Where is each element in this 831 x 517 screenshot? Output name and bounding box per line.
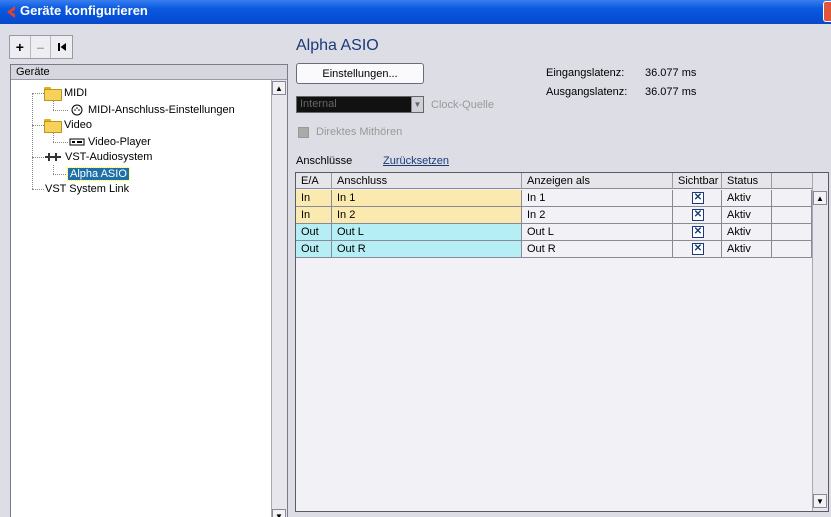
cell-dir: In — [296, 207, 332, 224]
tree-item-label: VST System Link — [45, 183, 130, 195]
tree-item-midi[interactable]: MIDI — [44, 86, 88, 101]
reset-link[interactable]: Zurücksetzen — [383, 155, 449, 167]
column-header-visible[interactable]: Sichtbar — [673, 173, 722, 189]
device-toolbar: + – — [9, 35, 73, 59]
tree-item-midi-port-settings[interactable]: MIDI-Anschluss-Einstellungen — [71, 103, 235, 117]
chevron-up-icon: ▲ — [275, 83, 283, 93]
table-row[interactable]: Out Out L Out L ✕ Aktiv — [296, 224, 812, 241]
input-latency-label: Eingangslatenz: — [546, 67, 625, 79]
table-scrollbar[interactable]: ▲ ▼ — [812, 173, 828, 511]
cell-show-as[interactable]: In 1 — [522, 190, 673, 207]
cell-show-as[interactable]: Out L — [522, 224, 673, 241]
cell-status: Aktiv — [722, 190, 772, 207]
cell-status: Aktiv — [722, 207, 772, 224]
tree-item-alpha-asio[interactable]: Alpha ASIO — [67, 167, 130, 181]
clock-source-value: Internal — [300, 98, 337, 110]
visible-checkbox[interactable]: ✕ — [692, 192, 704, 204]
visible-checkbox[interactable]: ✕ — [692, 209, 704, 221]
cell-visible: ✕ — [673, 190, 722, 207]
title-bar: Geräte konfigurieren — [0, 0, 831, 24]
tree-item-label: Video — [64, 119, 92, 131]
close-button[interactable] — [823, 1, 831, 22]
folder-icon — [44, 87, 62, 101]
settings-button[interactable]: Einstellungen... — [296, 63, 424, 84]
cell-extra — [772, 207, 812, 224]
cell-visible: ✕ — [673, 224, 722, 241]
ports-label: Anschlüsse — [296, 155, 353, 167]
window-title: Geräte konfigurieren — [20, 3, 148, 18]
cell-extra — [772, 241, 812, 258]
video-player-icon — [69, 138, 85, 146]
direct-monitoring-label: Direktes Mithören — [316, 126, 403, 138]
output-latency-value: 36.077 ms — [645, 86, 697, 98]
table-row[interactable]: In In 2 In 2 ✕ Aktiv — [296, 207, 812, 224]
cell-status: Aktiv — [722, 224, 772, 241]
column-header-dir[interactable]: E/A — [296, 173, 332, 189]
tree-item-label: MIDI-Anschluss-Einstellungen — [88, 104, 235, 116]
tree-item-vst-system-link[interactable]: VST System Link — [45, 182, 129, 196]
tree-item-label: VST-Audiosystem — [65, 151, 153, 163]
cell-extra — [772, 190, 812, 207]
add-device-button[interactable]: + — [10, 36, 31, 58]
remove-device-button[interactable]: – — [31, 36, 52, 58]
scroll-down-button[interactable]: ▼ — [813, 494, 827, 508]
device-tree: Geräte MIDI MIDI-Anschluss-Einstellungen… — [10, 64, 288, 517]
chevron-up-icon: ▲ — [816, 193, 824, 203]
tree-scrollbar[interactable]: ▲ ▼ — [271, 80, 287, 517]
table-row[interactable]: In In 1 In 1 ✕ Aktiv — [296, 190, 812, 207]
tree-item-vst-audiosystem[interactable]: VST-Audiosystem — [44, 150, 152, 164]
reset-device-button[interactable] — [51, 36, 72, 58]
cell-status: Aktiv — [722, 241, 772, 258]
clock-source-label: Clock-Quelle — [431, 99, 494, 111]
column-header-status[interactable]: Status — [722, 173, 772, 189]
tree-header: Geräte — [11, 65, 287, 80]
table-header: E/A Anschluss Anzeigen als Sichtbar Stat… — [296, 173, 812, 189]
reset-icon — [57, 43, 66, 51]
cubase-app-icon — [7, 6, 15, 18]
visible-checkbox[interactable]: ✕ — [692, 243, 704, 255]
cell-visible: ✕ — [673, 207, 722, 224]
tree-item-video-player[interactable]: Video-Player — [69, 135, 151, 149]
tree-item-label: Video-Player — [88, 136, 151, 148]
direct-monitoring-checkbox[interactable] — [298, 127, 309, 138]
scroll-up-button[interactable]: ▲ — [813, 191, 827, 205]
scroll-up-button[interactable]: ▲ — [272, 81, 286, 95]
midi-port-icon — [71, 104, 83, 116]
cell-show-as[interactable]: Out R — [522, 241, 673, 258]
cell-port[interactable]: Out R — [332, 241, 522, 258]
cell-dir: In — [296, 190, 332, 207]
cell-port[interactable]: In 2 — [332, 207, 522, 224]
cell-extra — [772, 224, 812, 241]
tree-item-video[interactable]: Video — [44, 118, 92, 133]
tree-item-label: MIDI — [64, 87, 88, 99]
cell-port[interactable]: Out L — [332, 224, 522, 241]
scroll-down-button[interactable]: ▼ — [272, 509, 286, 517]
tree-item-label: Alpha ASIO — [67, 167, 130, 181]
column-header-show-as[interactable]: Anzeigen als — [522, 173, 673, 189]
clock-source-select[interactable]: Internal ▼ — [296, 96, 424, 113]
cell-port[interactable]: In 1 — [332, 190, 522, 207]
output-latency-label: Ausgangslatenz: — [546, 86, 628, 98]
chevron-down-icon: ▼ — [275, 511, 283, 517]
cell-visible: ✕ — [673, 241, 722, 258]
audio-system-icon — [45, 153, 61, 161]
folder-icon — [44, 119, 62, 133]
cell-dir: Out — [296, 224, 332, 241]
column-header-port[interactable]: Anschluss — [332, 173, 522, 189]
cell-dir: Out — [296, 241, 332, 258]
chevron-down-icon: ▼ — [816, 496, 824, 506]
input-latency-value: 36.077 ms — [645, 67, 697, 79]
cell-show-as[interactable]: In 2 — [522, 207, 673, 224]
table-row[interactable]: Out Out R Out R ✕ Aktiv — [296, 241, 812, 258]
ports-table: E/A Anschluss Anzeigen als Sichtbar Stat… — [295, 172, 829, 512]
page-title: Alpha ASIO — [296, 37, 379, 54]
visible-checkbox[interactable]: ✕ — [692, 226, 704, 238]
chevron-down-icon: ▼ — [411, 97, 423, 112]
